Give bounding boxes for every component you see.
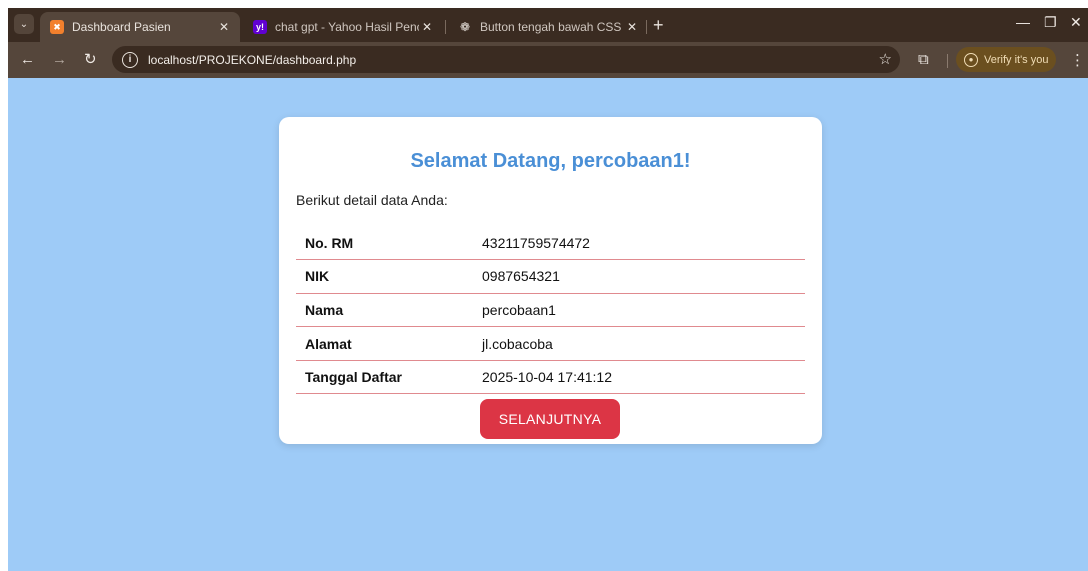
forward-icon[interactable]: → xyxy=(52,51,67,69)
profile-icon: ● xyxy=(964,52,978,67)
plus-icon: + xyxy=(653,15,664,35)
back-icon[interactable]: ← xyxy=(20,51,35,69)
address-bar[interactable]: i localhost/PROJEKONE/dashboard.php ☆ xyxy=(112,46,900,73)
tab-dashboard-pasien[interactable]: ✖ Dashboard Pasien ✕ xyxy=(40,12,240,42)
row-value: jl.cobacoba xyxy=(482,326,805,361)
close-window-button[interactable]: ✕ xyxy=(1070,14,1082,31)
dashboard-card: Selamat Datang, percobaan1! Berikut deta… xyxy=(279,117,822,444)
bookmark-star-icon[interactable]: ☆ xyxy=(879,50,892,68)
new-tab-button[interactable]: + xyxy=(653,16,664,34)
minimize-button[interactable]: — xyxy=(1016,14,1030,30)
verify-profile-button[interactable]: ● Verify it's you xyxy=(956,47,1056,72)
page-title: Selamat Datang, percobaan1! xyxy=(410,150,691,172)
toolbar-divider xyxy=(947,54,948,68)
row-value: 43211759574472 xyxy=(482,226,805,261)
tab-divider xyxy=(646,20,647,34)
patient-detail-table: No. RM 43211759574472 NIK 0987654321 Nam… xyxy=(296,226,805,395)
tab-title: Dashboard Pasien xyxy=(72,20,171,34)
site-info-icon[interactable]: i xyxy=(122,51,138,68)
page-content: Selamat Datang, percobaan1! Berikut deta… xyxy=(8,78,1088,571)
close-icon[interactable]: ✕ xyxy=(419,20,435,34)
row-label: Tanggal Daftar xyxy=(296,360,482,395)
browser-toolbar: ← → ↻ i localhost/PROJEKONE/dashboard.ph… xyxy=(8,42,1088,78)
browser-window: ⌄ ✖ Dashboard Pasien ✕ y! chat gpt - Yah… xyxy=(8,8,1088,571)
tab-yahoo-search[interactable]: y! chat gpt - Yahoo Hasil Pencarian ✕ xyxy=(243,12,443,42)
chevron-down-icon: ⌄ xyxy=(19,18,29,30)
next-button[interactable]: SELANJUTNYA xyxy=(480,399,620,439)
tab-button-css[interactable]: ❁ Button tengah bawah CSS ✕ xyxy=(448,12,648,42)
chatgpt-icon: ❁ xyxy=(459,20,471,34)
table-row: NIK 0987654321 xyxy=(296,259,805,294)
row-value: 0987654321 xyxy=(482,259,805,294)
table-row: Alamat jl.cobacoba xyxy=(296,326,805,361)
tab-divider xyxy=(445,20,446,34)
table-row: Nama percobaan1 xyxy=(296,293,805,328)
row-label: NIK xyxy=(296,259,482,294)
row-label: Alamat xyxy=(296,326,482,361)
restore-icon: ❐ xyxy=(1044,14,1057,30)
row-label: No. RM xyxy=(296,226,482,261)
minimize-icon: — xyxy=(1016,14,1030,30)
row-label: Nama xyxy=(296,293,482,328)
tab-search-button[interactable]: ⌄ xyxy=(14,14,34,34)
intro-text: Berikut detail data Anda: xyxy=(296,192,448,208)
table-row: No. RM 43211759574472 xyxy=(296,226,805,261)
tab-title: Button tengah bawah CSS xyxy=(480,20,622,34)
close-icon[interactable]: ✕ xyxy=(216,20,232,34)
reload-icon[interactable]: ↻ xyxy=(84,51,97,69)
row-value: percobaan1 xyxy=(482,293,805,328)
extensions-icon[interactable]: ⧉ xyxy=(918,51,929,68)
more-options-icon[interactable]: ⋮ xyxy=(1070,51,1085,69)
restore-button[interactable]: ❐ xyxy=(1044,14,1057,31)
tab-title: chat gpt - Yahoo Hasil Pencarian xyxy=(275,20,419,34)
close-icon: ✕ xyxy=(1070,14,1082,30)
xampp-icon: ✖ xyxy=(50,20,64,34)
tab-strip: ⌄ ✖ Dashboard Pasien ✕ y! chat gpt - Yah… xyxy=(8,8,1088,42)
row-value: 2025-10-04 17:41:12 xyxy=(482,360,805,395)
yahoo-icon: y! xyxy=(253,20,267,34)
close-icon[interactable]: ✕ xyxy=(624,20,640,34)
table-row: Tanggal Daftar 2025-10-04 17:41:12 xyxy=(296,360,805,395)
url-text[interactable]: localhost/PROJEKONE/dashboard.php xyxy=(148,53,356,67)
verify-label: Verify it's you xyxy=(984,53,1049,66)
